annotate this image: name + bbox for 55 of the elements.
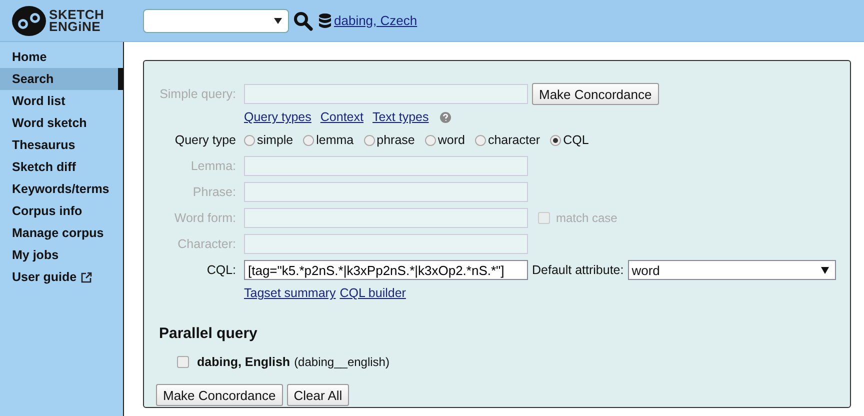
form-button[interactable]: Make Concordance: [156, 384, 283, 406]
external-link-icon: [80, 272, 92, 282]
sidebar-item[interactable]: Manage corpus: [0, 222, 123, 244]
radio-button[interactable]: [303, 134, 314, 146]
corpus-id: (dabing__english): [294, 355, 390, 369]
radio-button[interactable]: [424, 134, 436, 146]
radio-option[interactable]: phrase: [364, 133, 415, 147]
sidebar-item[interactable]: My jobs: [0, 244, 123, 266]
corpus-link[interactable]: dabing, Czech: [334, 13, 418, 28]
radio-button[interactable]: [550, 134, 562, 146]
cql-field[interactable]: [tag="k5.*p2nS.*|k3xPp2nS.*|k3xOp2.*nS.*"]: [244, 260, 528, 280]
sidebar-item[interactable]: Home: [0, 46, 123, 68]
radio-button[interactable]: [244, 134, 255, 146]
search-icon[interactable]: [293, 10, 313, 30]
default-attribute-select[interactable]: word: [628, 260, 836, 280]
database-icon: [319, 12, 331, 28]
field-label: Word form:: [173, 211, 236, 225]
link[interactable]: Text types: [372, 110, 429, 124]
sidebar-item[interactable]: Thesaurus: [0, 134, 123, 156]
radio-button[interactable]: [474, 134, 486, 146]
sidebar-item[interactable]: Corpus info: [0, 200, 123, 222]
corpus-name: dabing, English: [197, 355, 290, 369]
field-label: Phrase:: [192, 185, 236, 199]
field-label: Character:: [176, 237, 236, 251]
field-label: Simple query:: [158, 87, 236, 101]
search-field[interactable]: [143, 8, 289, 32]
field-label: Default attribute:: [532, 263, 624, 277]
logo-icon: [12, 6, 46, 36]
radio-option[interactable]: character: [474, 133, 540, 147]
radio-button[interactable]: [364, 134, 375, 146]
link[interactable]: Context: [320, 110, 364, 124]
radio-option[interactable]: word: [424, 133, 465, 147]
sidebar-item[interactable]: Word sketch: [0, 112, 123, 134]
field-label: CQL:: [206, 263, 236, 277]
radio-option[interactable]: simple: [244, 133, 294, 147]
field-label: Query type: [174, 133, 236, 147]
radio-option[interactable]: CQL: [550, 133, 589, 147]
radio-option[interactable]: lemma: [303, 133, 354, 147]
sidebar-item[interactable]: Keywords/terms: [0, 178, 123, 200]
checkbox-label: match case: [556, 211, 618, 225]
link[interactable]: Query types: [244, 110, 312, 124]
field-label: Lemma:: [190, 159, 236, 173]
sidebar-item[interactable]: Sketch diff: [0, 156, 123, 178]
sidebar-item[interactable]: User guide: [0, 266, 123, 288]
section-heading: Parallel query: [159, 325, 258, 342]
sidebar-item[interactable]: Search: [0, 68, 123, 90]
form-button[interactable]: Clear All: [286, 384, 350, 406]
dropdown-caret-icon[interactable]: [820, 266, 829, 274]
help-icon[interactable]: [440, 112, 451, 122]
checkbox[interactable]: [177, 356, 189, 368]
logo-text: SKETCH ENGiNE: [49, 8, 104, 32]
link[interactable]: CQL builder: [340, 286, 406, 300]
link[interactable]: Tagset summary: [244, 286, 336, 300]
sidebar-item[interactable]: Word list: [0, 90, 123, 112]
dropdown-caret-icon[interactable]: [274, 18, 282, 24]
